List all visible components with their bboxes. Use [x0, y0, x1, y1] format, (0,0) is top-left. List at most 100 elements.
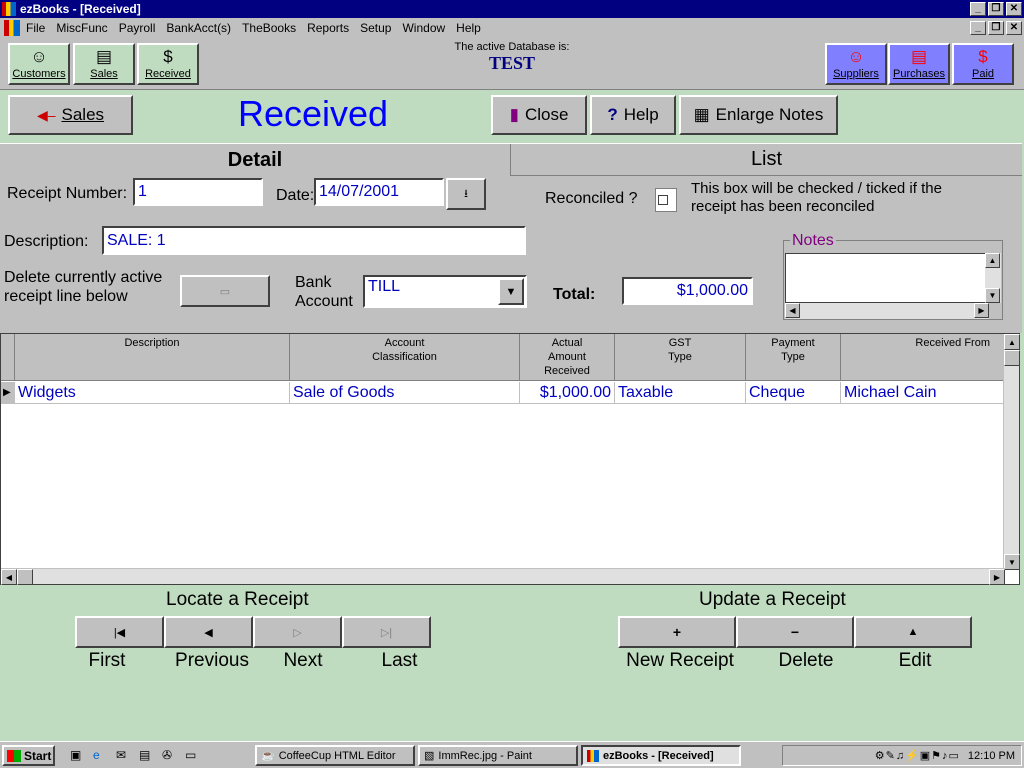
menu-miscfunc[interactable]: MiscFunc	[56, 21, 107, 35]
next-button[interactable]: ▷	[253, 616, 342, 648]
edit-receipt-button[interactable]: ▲	[854, 616, 972, 648]
app-icon	[2, 2, 16, 16]
column-header[interactable]: Description	[15, 334, 290, 381]
first-label: First	[88, 650, 126, 671]
document-icon[interactable]	[4, 20, 20, 36]
receipt-number-label: Receipt Number:	[7, 185, 128, 202]
last-label: Last	[381, 650, 418, 671]
column-header[interactable]: Actual Amount Received	[520, 334, 615, 381]
folder-icon[interactable]: ▤	[139, 748, 154, 763]
new-receipt-label: New Receipt	[626, 650, 734, 671]
help-button[interactable]: ? Help	[590, 95, 676, 135]
notes-group: Notes ▲ ▼ ◀ ▶	[783, 232, 1003, 320]
receipt-lines-grid: Description Account Classification Actua…	[0, 333, 1020, 585]
restore-button[interactable]: ❐	[988, 2, 1004, 16]
documents-icon: ▤	[95, 47, 113, 66]
grid-horizontal-scrollbar[interactable]: ◀ ▶	[1, 568, 1005, 585]
cell-account[interactable]: Sale of Goods	[290, 382, 520, 404]
purchases-button[interactable]: ▤ Purchases	[888, 43, 950, 85]
desktop-icon[interactable]: ▣	[70, 748, 85, 763]
scroll-left-icon[interactable]: ◀	[785, 303, 800, 318]
notes-textarea[interactable]	[785, 253, 989, 303]
chevron-down-icon[interactable]: ▼	[498, 278, 524, 305]
description-input[interactable]: SALE: 1	[102, 226, 526, 255]
previous-icon: ◀	[204, 626, 213, 639]
menu-reports[interactable]: Reports	[307, 21, 349, 35]
scroll-right-icon[interactable]: ▶	[974, 303, 989, 318]
received-toolbar-button[interactable]: $ Received	[137, 43, 199, 85]
task-ezbooks[interactable]: ezBooks - [Received]	[581, 745, 741, 766]
column-header[interactable]: Payment Type	[746, 334, 841, 381]
minimize-button[interactable]: _	[970, 2, 986, 16]
date-picker-button[interactable]: ⭳	[446, 178, 486, 210]
computer-icon[interactable]: ▭	[185, 748, 200, 763]
column-header[interactable]: GST Type	[615, 334, 746, 381]
start-button[interactable]: Start	[2, 745, 55, 766]
cell-description[interactable]: Widgets	[15, 382, 290, 404]
download-arrow-icon: ⭳	[464, 187, 468, 200]
menu-thebooks[interactable]: TheBooks	[242, 21, 296, 35]
clock: 12:10 PM	[967, 749, 1015, 762]
new-receipt-button[interactable]: +	[618, 616, 736, 648]
database-name: TEST	[488, 53, 536, 73]
first-button[interactable]: |◀	[75, 616, 164, 648]
scroll-right-icon[interactable]: ▶	[989, 569, 1005, 585]
scroll-up-icon[interactable]: ▲	[1004, 334, 1020, 350]
delete-receipt-button[interactable]: −	[736, 616, 854, 648]
scroll-up-icon[interactable]: ▲	[985, 253, 1000, 268]
total-value: $1,000.00	[622, 277, 753, 305]
enlarge-notes-button[interactable]: ▦ Enlarge Notes	[679, 95, 838, 135]
taskbar: Start ▣ e ✉ ▤ ✇ ▭ ☕ CoffeeCup HTML Edito…	[0, 741, 1024, 768]
receipt-number-input[interactable]: 1	[133, 178, 263, 206]
column-header[interactable]: Received From	[841, 334, 1005, 381]
close-window-button[interactable]: ✕	[1006, 2, 1022, 16]
scroll-down-icon[interactable]: ▼	[1004, 554, 1020, 570]
tools-icon[interactable]: ✇	[162, 748, 177, 763]
ie-icon[interactable]: e	[93, 748, 108, 763]
customers-button[interactable]: ☺ Customers	[8, 43, 70, 85]
next-icon: ▷	[293, 626, 302, 639]
cell-amount[interactable]: $1,000.00	[520, 382, 615, 404]
cell-payment[interactable]: Cheque	[746, 382, 841, 404]
sales-toolbar-button[interactable]: ▤ Sales	[73, 43, 135, 85]
menu-payroll[interactable]: Payroll	[119, 21, 156, 35]
scroll-thumb[interactable]	[17, 569, 33, 585]
dollar-icon: $	[978, 47, 988, 66]
back-to-sales-button[interactable]: ◀‒ Sales	[8, 95, 133, 135]
grid-header: Description Account Classification Actua…	[1, 334, 1005, 381]
menu-file[interactable]: File	[26, 21, 45, 35]
scroll-thumb[interactable]	[1004, 350, 1020, 366]
scroll-down-icon[interactable]: ▼	[985, 288, 1000, 303]
grid-vertical-scrollbar[interactable]: ▲ ▼	[1003, 334, 1020, 570]
column-header[interactable]: Account Classification	[290, 334, 520, 381]
outlook-icon[interactable]: ✉	[116, 748, 131, 763]
scroll-left-icon[interactable]: ◀	[1, 569, 17, 585]
child-minimize-button[interactable]: _	[970, 21, 986, 35]
menu-bar: File MiscFunc Payroll BankAcct(s) TheBoo…	[0, 18, 1024, 38]
delete-line-button[interactable]: ▭	[180, 275, 270, 307]
first-record-icon: |◀	[113, 626, 126, 639]
tab-detail[interactable]: Detail	[0, 144, 510, 176]
task-coffeecup[interactable]: ☕ CoffeeCup HTML Editor	[255, 745, 415, 766]
reconciled-checkbox[interactable]	[655, 188, 677, 212]
close-button[interactable]: ▮ Close	[491, 95, 587, 135]
tray-icons[interactable]: ⚙✎♫⚡▣⚑♪▭	[875, 749, 960, 762]
notes-vertical-scrollbar[interactable]: ▲ ▼	[985, 253, 1001, 303]
menu-window[interactable]: Window	[402, 21, 445, 35]
menu-help[interactable]: Help	[456, 21, 481, 35]
tab-list[interactable]: List	[511, 144, 1022, 176]
date-input[interactable]: 14/07/2001	[314, 178, 444, 206]
child-close-button[interactable]: ✕	[1006, 21, 1022, 35]
menu-bankaccts[interactable]: BankAcct(s)	[166, 21, 231, 35]
cell-received-from[interactable]: Michael Cain	[841, 382, 1005, 404]
task-paint[interactable]: ▧ ImmRec.jpg - Paint	[418, 745, 578, 766]
menu-setup[interactable]: Setup	[360, 21, 391, 35]
notes-horizontal-scrollbar[interactable]: ◀ ▶	[785, 303, 989, 319]
suppliers-button[interactable]: ☺ Suppliers	[825, 43, 887, 85]
paid-button[interactable]: $ Paid	[952, 43, 1014, 85]
previous-button[interactable]: ◀	[164, 616, 253, 648]
last-button[interactable]: ▷|	[342, 616, 431, 648]
cell-gst[interactable]: Taxable	[615, 382, 746, 404]
table-row[interactable]: ▶ Widgets Sale of Goods $1,000.00 Taxabl…	[1, 382, 1005, 404]
child-restore-button[interactable]: ❐	[988, 21, 1004, 35]
